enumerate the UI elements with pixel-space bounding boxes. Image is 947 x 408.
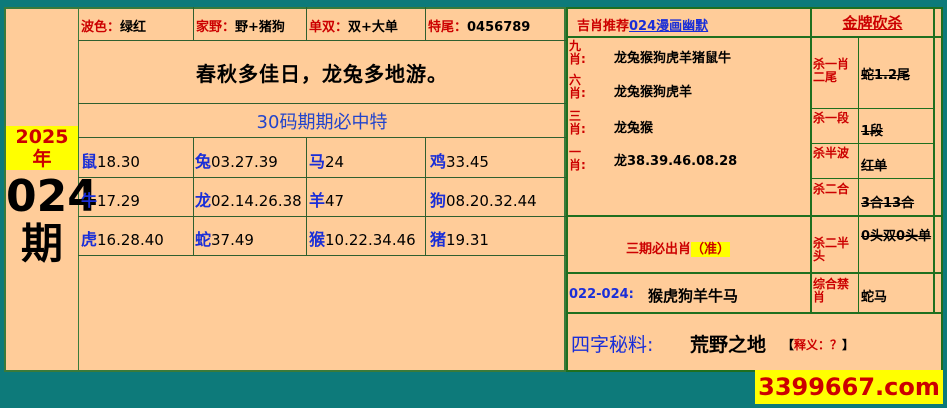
- year-label: 2025年: [6, 126, 78, 170]
- period-block: 2025年 024 期: [6, 126, 98, 268]
- kill-value: 3合13合: [861, 196, 915, 211]
- recommend-link[interactable]: 024漫画幽默: [629, 19, 708, 34]
- wave-value: 绿红: [120, 20, 147, 35]
- three-period: 三期必出肖（准）: [626, 238, 731, 257]
- secret-value: 荒野之地: [690, 334, 767, 356]
- zodiac-cell: 马24: [309, 152, 345, 171]
- pick-value: 龙兔猴狗虎羊: [614, 85, 693, 100]
- divider: [810, 108, 935, 109]
- tail-info: 特尾：0456789: [428, 16, 530, 35]
- divider: [193, 7, 194, 40]
- pick-label: 九肖:: [569, 39, 586, 66]
- three-period-tag: （准）: [691, 242, 731, 257]
- divider: [425, 137, 426, 255]
- divider: [810, 143, 935, 144]
- recommend-title: 吉肖推荐: [577, 19, 630, 34]
- divider: [810, 178, 935, 179]
- slogan: 春秋多佳日，龙兔多地游。: [196, 62, 448, 86]
- zodiac-cell: 狗08.20.32.44: [430, 191, 537, 210]
- zodiac-cell: 龙02.14.26.38: [195, 191, 302, 210]
- odd-value: 双+大单: [348, 20, 398, 35]
- wave-label: 波色：: [81, 20, 121, 35]
- divider: [858, 38, 859, 312]
- subtitle: 30码期期必中特: [256, 112, 388, 133]
- pick-label: 一肖:: [569, 145, 586, 172]
- odd-info: 单双：双+大单: [309, 16, 398, 35]
- top-bar: [0, 0, 947, 6]
- divider: [306, 137, 307, 255]
- kill-value: 蛇1.2尾: [861, 68, 911, 83]
- kill-label: 综合禁肖: [813, 277, 850, 304]
- kill-label: 杀一段: [813, 111, 850, 125]
- pick-label: 三肖:: [569, 109, 586, 136]
- pick-label: 六肖:: [569, 73, 586, 100]
- divider: [78, 103, 566, 104]
- divider: [566, 36, 943, 38]
- divider: [566, 38, 568, 215]
- tail-label: 特尾：: [428, 20, 468, 35]
- divider: [566, 215, 943, 217]
- period-char: 期: [20, 219, 63, 268]
- zodiac-cell: 羊47: [309, 191, 345, 210]
- pick-value: 龙兔猴狗虎羊猪鼠牛: [614, 51, 732, 66]
- divider: [425, 7, 426, 40]
- divider: [78, 177, 566, 178]
- kill-label: 杀一肖二尾: [813, 57, 850, 84]
- divider: [306, 7, 307, 40]
- odd-label: 单双：: [309, 20, 349, 35]
- tail-value: 0456789: [467, 20, 531, 35]
- gold-kill-title: 金牌砍杀: [842, 14, 903, 32]
- period-number: 024: [6, 171, 98, 222]
- home-label: 家野：: [196, 20, 236, 35]
- divider: [566, 312, 943, 314]
- home-info: 家野：野+猪狗: [196, 16, 285, 35]
- zodiac-cell: 猪19.31: [430, 230, 489, 249]
- divider: [933, 7, 935, 312]
- kill-value: 1段: [861, 124, 884, 139]
- zodiac-cell: 鸡33.45: [430, 152, 489, 171]
- zodiac-cell: 兔03.27.39: [195, 152, 278, 171]
- wave-info: 波色：绿红: [81, 16, 146, 35]
- range-value: 猴虎狗羊牛马: [648, 287, 739, 305]
- kill-label: 杀二半头: [813, 236, 850, 263]
- home-value: 野+猪狗: [235, 20, 285, 35]
- zodiac-cell: 鼠18.30: [81, 152, 140, 171]
- divider: [810, 7, 812, 312]
- divider: [78, 216, 566, 217]
- site-logo[interactable]: 3399667.com: [755, 370, 943, 404]
- divider: [193, 137, 194, 255]
- range-label: 022-024:: [569, 287, 634, 302]
- three-period-label: 三期必出肖: [626, 242, 692, 257]
- kill-value: 红单: [861, 159, 888, 174]
- kill-label: 杀二合: [813, 182, 850, 196]
- zodiac-cell: 牛17.29: [81, 191, 140, 210]
- zodiac-cell: 蛇37.49: [195, 230, 254, 249]
- kill-label: 杀半波: [813, 146, 850, 160]
- divider: [566, 272, 943, 274]
- zodiac-cell: 虎16.28.40: [81, 230, 164, 249]
- divider: [78, 40, 566, 41]
- divider: [78, 137, 566, 138]
- pick-value: 龙兔猴: [614, 121, 654, 136]
- pick-value: 龙38.39.46.08.28: [614, 154, 738, 169]
- kill-value: 蛇马: [861, 290, 888, 305]
- recommend-header: 吉肖推荐024漫画幽默: [577, 15, 708, 34]
- divider: [78, 255, 566, 256]
- zodiac-cell: 猴10.22.34.46: [309, 230, 416, 249]
- secret-note: 【释义：？】: [782, 338, 855, 352]
- kill-value: 0头双0头单: [861, 229, 932, 244]
- secret-label: 四字秘料:: [571, 334, 654, 356]
